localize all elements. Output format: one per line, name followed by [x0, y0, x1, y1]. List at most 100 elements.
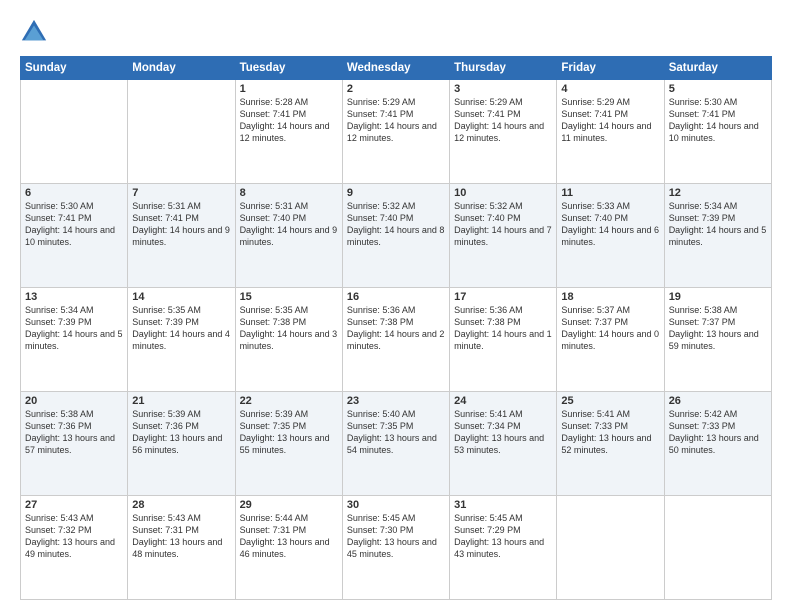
day-info: Sunrise: 5:30 AM Sunset: 7:41 PM Dayligh…	[669, 96, 767, 145]
day-info: Sunrise: 5:42 AM Sunset: 7:33 PM Dayligh…	[669, 408, 767, 457]
day-info: Sunrise: 5:32 AM Sunset: 7:40 PM Dayligh…	[454, 200, 552, 249]
calendar-cell: 5Sunrise: 5:30 AM Sunset: 7:41 PM Daylig…	[664, 80, 771, 184]
day-info: Sunrise: 5:45 AM Sunset: 7:29 PM Dayligh…	[454, 512, 552, 561]
day-info: Sunrise: 5:43 AM Sunset: 7:31 PM Dayligh…	[132, 512, 230, 561]
calendar-cell	[664, 496, 771, 600]
day-info: Sunrise: 5:31 AM Sunset: 7:40 PM Dayligh…	[240, 200, 338, 249]
day-info: Sunrise: 5:35 AM Sunset: 7:39 PM Dayligh…	[132, 304, 230, 353]
calendar-week-2: 6Sunrise: 5:30 AM Sunset: 7:41 PM Daylig…	[21, 184, 772, 288]
day-number: 20	[25, 395, 123, 407]
day-number: 6	[25, 187, 123, 199]
day-number: 24	[454, 395, 552, 407]
day-info: Sunrise: 5:41 AM Sunset: 7:33 PM Dayligh…	[561, 408, 659, 457]
day-info: Sunrise: 5:32 AM Sunset: 7:40 PM Dayligh…	[347, 200, 445, 249]
day-number: 1	[240, 83, 338, 95]
day-info: Sunrise: 5:36 AM Sunset: 7:38 PM Dayligh…	[347, 304, 445, 353]
calendar-cell: 28Sunrise: 5:43 AM Sunset: 7:31 PM Dayli…	[128, 496, 235, 600]
day-info: Sunrise: 5:37 AM Sunset: 7:37 PM Dayligh…	[561, 304, 659, 353]
weekday-header-wednesday: Wednesday	[342, 57, 449, 80]
day-number: 19	[669, 291, 767, 303]
calendar-cell: 24Sunrise: 5:41 AM Sunset: 7:34 PM Dayli…	[450, 392, 557, 496]
day-number: 29	[240, 499, 338, 511]
day-number: 23	[347, 395, 445, 407]
day-number: 3	[454, 83, 552, 95]
day-number: 18	[561, 291, 659, 303]
calendar-cell: 11Sunrise: 5:33 AM Sunset: 7:40 PM Dayli…	[557, 184, 664, 288]
calendar-week-1: 1Sunrise: 5:28 AM Sunset: 7:41 PM Daylig…	[21, 80, 772, 184]
day-number: 12	[669, 187, 767, 199]
day-number: 11	[561, 187, 659, 199]
day-number: 22	[240, 395, 338, 407]
day-info: Sunrise: 5:33 AM Sunset: 7:40 PM Dayligh…	[561, 200, 659, 249]
day-info: Sunrise: 5:39 AM Sunset: 7:36 PM Dayligh…	[132, 408, 230, 457]
weekday-header-friday: Friday	[557, 57, 664, 80]
calendar-cell: 4Sunrise: 5:29 AM Sunset: 7:41 PM Daylig…	[557, 80, 664, 184]
day-number: 26	[669, 395, 767, 407]
day-number: 16	[347, 291, 445, 303]
weekday-header-sunday: Sunday	[21, 57, 128, 80]
calendar-cell: 12Sunrise: 5:34 AM Sunset: 7:39 PM Dayli…	[664, 184, 771, 288]
day-number: 21	[132, 395, 230, 407]
page-header	[20, 18, 772, 46]
day-info: Sunrise: 5:31 AM Sunset: 7:41 PM Dayligh…	[132, 200, 230, 249]
day-info: Sunrise: 5:30 AM Sunset: 7:41 PM Dayligh…	[25, 200, 123, 249]
day-number: 8	[240, 187, 338, 199]
calendar-cell: 19Sunrise: 5:38 AM Sunset: 7:37 PM Dayli…	[664, 288, 771, 392]
calendar-cell: 14Sunrise: 5:35 AM Sunset: 7:39 PM Dayli…	[128, 288, 235, 392]
day-number: 25	[561, 395, 659, 407]
calendar-cell: 17Sunrise: 5:36 AM Sunset: 7:38 PM Dayli…	[450, 288, 557, 392]
day-number: 10	[454, 187, 552, 199]
calendar-cell: 22Sunrise: 5:39 AM Sunset: 7:35 PM Dayli…	[235, 392, 342, 496]
day-number: 7	[132, 187, 230, 199]
day-number: 9	[347, 187, 445, 199]
day-info: Sunrise: 5:44 AM Sunset: 7:31 PM Dayligh…	[240, 512, 338, 561]
weekday-header-row: SundayMondayTuesdayWednesdayThursdayFrid…	[21, 57, 772, 80]
weekday-header-monday: Monday	[128, 57, 235, 80]
day-info: Sunrise: 5:29 AM Sunset: 7:41 PM Dayligh…	[347, 96, 445, 145]
calendar-cell	[21, 80, 128, 184]
day-info: Sunrise: 5:40 AM Sunset: 7:35 PM Dayligh…	[347, 408, 445, 457]
calendar-cell: 21Sunrise: 5:39 AM Sunset: 7:36 PM Dayli…	[128, 392, 235, 496]
day-number: 15	[240, 291, 338, 303]
weekday-header-thursday: Thursday	[450, 57, 557, 80]
day-info: Sunrise: 5:45 AM Sunset: 7:30 PM Dayligh…	[347, 512, 445, 561]
day-info: Sunrise: 5:34 AM Sunset: 7:39 PM Dayligh…	[669, 200, 767, 249]
calendar-cell: 25Sunrise: 5:41 AM Sunset: 7:33 PM Dayli…	[557, 392, 664, 496]
day-number: 30	[347, 499, 445, 511]
calendar-cell	[557, 496, 664, 600]
logo	[20, 18, 52, 46]
calendar-cell: 6Sunrise: 5:30 AM Sunset: 7:41 PM Daylig…	[21, 184, 128, 288]
weekday-header-saturday: Saturday	[664, 57, 771, 80]
calendar-cell: 3Sunrise: 5:29 AM Sunset: 7:41 PM Daylig…	[450, 80, 557, 184]
day-number: 13	[25, 291, 123, 303]
day-info: Sunrise: 5:41 AM Sunset: 7:34 PM Dayligh…	[454, 408, 552, 457]
day-info: Sunrise: 5:36 AM Sunset: 7:38 PM Dayligh…	[454, 304, 552, 353]
calendar-cell: 16Sunrise: 5:36 AM Sunset: 7:38 PM Dayli…	[342, 288, 449, 392]
day-info: Sunrise: 5:38 AM Sunset: 7:36 PM Dayligh…	[25, 408, 123, 457]
calendar-cell: 8Sunrise: 5:31 AM Sunset: 7:40 PM Daylig…	[235, 184, 342, 288]
calendar-cell: 30Sunrise: 5:45 AM Sunset: 7:30 PM Dayli…	[342, 496, 449, 600]
calendar-cell: 31Sunrise: 5:45 AM Sunset: 7:29 PM Dayli…	[450, 496, 557, 600]
day-info: Sunrise: 5:39 AM Sunset: 7:35 PM Dayligh…	[240, 408, 338, 457]
day-number: 2	[347, 83, 445, 95]
day-info: Sunrise: 5:34 AM Sunset: 7:39 PM Dayligh…	[25, 304, 123, 353]
day-number: 5	[669, 83, 767, 95]
calendar-week-4: 20Sunrise: 5:38 AM Sunset: 7:36 PM Dayli…	[21, 392, 772, 496]
calendar-cell: 20Sunrise: 5:38 AM Sunset: 7:36 PM Dayli…	[21, 392, 128, 496]
calendar-cell	[128, 80, 235, 184]
calendar-cell: 23Sunrise: 5:40 AM Sunset: 7:35 PM Dayli…	[342, 392, 449, 496]
calendar-cell: 10Sunrise: 5:32 AM Sunset: 7:40 PM Dayli…	[450, 184, 557, 288]
calendar-cell: 18Sunrise: 5:37 AM Sunset: 7:37 PM Dayli…	[557, 288, 664, 392]
day-info: Sunrise: 5:35 AM Sunset: 7:38 PM Dayligh…	[240, 304, 338, 353]
day-number: 14	[132, 291, 230, 303]
calendar-cell: 1Sunrise: 5:28 AM Sunset: 7:41 PM Daylig…	[235, 80, 342, 184]
day-number: 4	[561, 83, 659, 95]
calendar-cell: 9Sunrise: 5:32 AM Sunset: 7:40 PM Daylig…	[342, 184, 449, 288]
calendar-cell: 13Sunrise: 5:34 AM Sunset: 7:39 PM Dayli…	[21, 288, 128, 392]
day-info: Sunrise: 5:29 AM Sunset: 7:41 PM Dayligh…	[561, 96, 659, 145]
day-number: 31	[454, 499, 552, 511]
calendar-cell: 29Sunrise: 5:44 AM Sunset: 7:31 PM Dayli…	[235, 496, 342, 600]
day-number: 27	[25, 499, 123, 511]
day-info: Sunrise: 5:29 AM Sunset: 7:41 PM Dayligh…	[454, 96, 552, 145]
calendar-week-3: 13Sunrise: 5:34 AM Sunset: 7:39 PM Dayli…	[21, 288, 772, 392]
